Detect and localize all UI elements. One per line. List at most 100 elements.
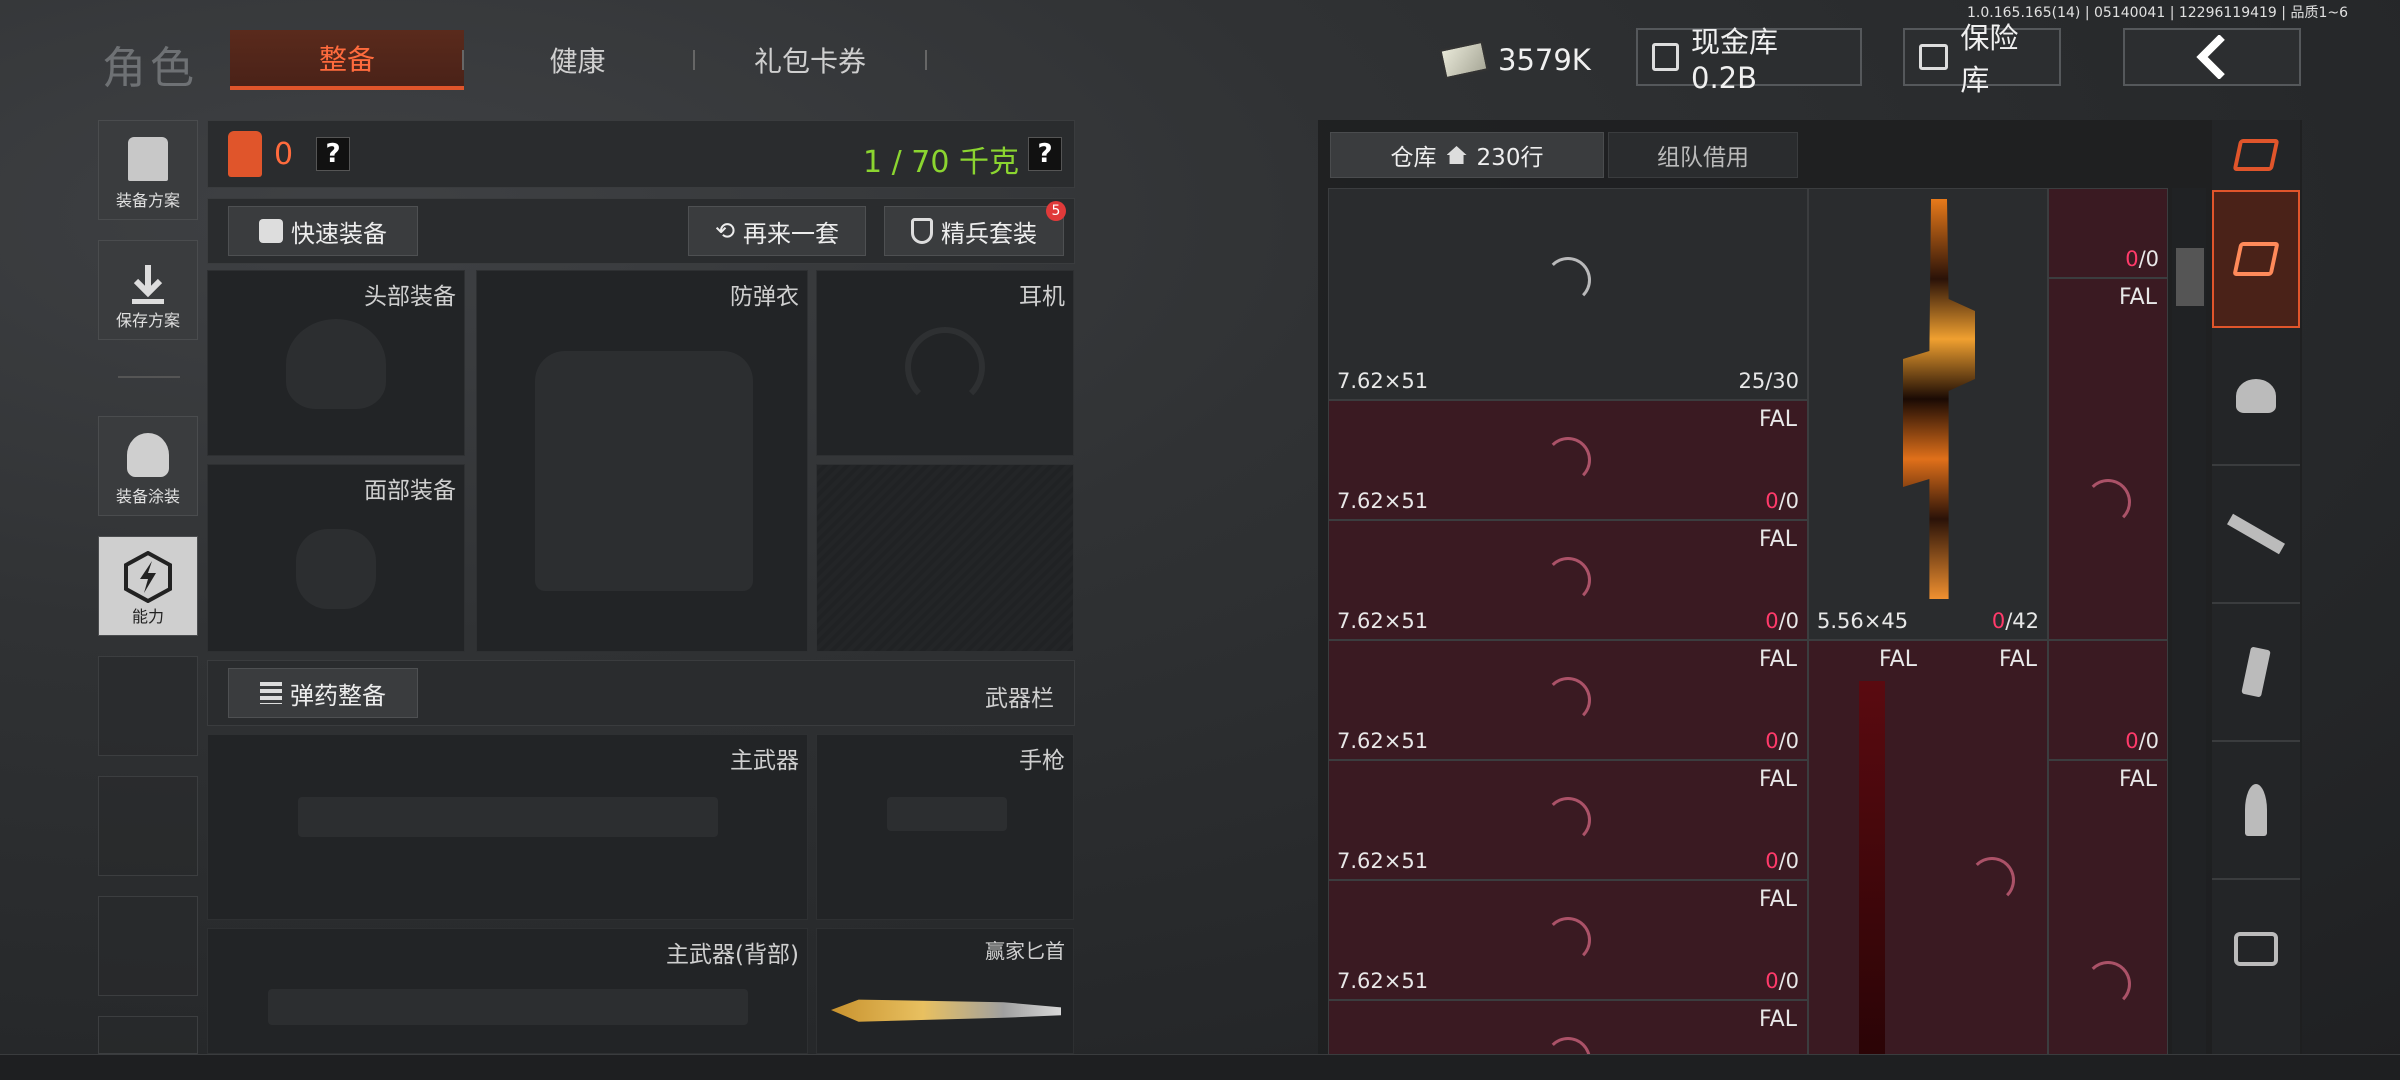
category-helmet[interactable]: [2212, 328, 2300, 466]
knife-icon: [831, 999, 1061, 1022]
item-name: FAL: [1759, 767, 1797, 792]
divider: [118, 376, 180, 378]
caliber-label: 7.62×51: [1337, 369, 1429, 393]
rifle-camo-icon: [1903, 199, 1975, 599]
item-name: FAL: [2119, 285, 2157, 310]
primary-back-slot[interactable]: 主武器(背部): [207, 928, 808, 1054]
pistol-slot[interactable]: 手枪: [816, 734, 1074, 920]
safe-button[interactable]: 保险库: [1903, 21, 2061, 97]
red-rifle-icon: [1859, 681, 1885, 1054]
ammo-count: 0/0: [1765, 849, 1799, 873]
magazine-icon: [2241, 646, 2271, 698]
rifle-icon: [2227, 513, 2285, 555]
helmet-paint-icon: [127, 433, 169, 477]
category-all[interactable]: [2212, 190, 2300, 328]
scrollbar-track[interactable]: [2172, 188, 2206, 1054]
lightning-hex-icon: [124, 551, 172, 603]
scrollbar-thumb[interactable]: [2176, 248, 2204, 306]
primary-weapon-slot[interactable]: 主武器: [207, 734, 808, 920]
loading-icon: [1545, 1037, 1591, 1054]
weight-help-icon[interactable]: ?: [1028, 137, 1062, 171]
shield-icon: [911, 218, 933, 244]
item-cell[interactable]: FAL 7.62×51 0/0: [1328, 400, 1808, 520]
cash-vault-label: 现金库 0.2B: [1691, 25, 1779, 95]
category-rifle[interactable]: [2212, 466, 2300, 604]
again-button[interactable]: ⟲ 再来一套: [688, 206, 866, 256]
loading-icon: [1545, 557, 1591, 603]
cash-vault-button[interactable]: 现金库 0.2B: [1636, 25, 1862, 95]
sort-layers-button[interactable]: [2212, 120, 2300, 190]
face-slot[interactable]: 面部装备: [207, 464, 465, 652]
back-button[interactable]: [2123, 28, 2301, 86]
sidebar-item-paint[interactable]: 装备涂装: [98, 416, 198, 516]
category-magazine[interactable]: [2212, 604, 2300, 742]
loading-icon: [1545, 917, 1591, 963]
empty-slot: [816, 464, 1074, 652]
item-cell[interactable]: FAL 7.62×51 0/0: [1328, 760, 1808, 880]
sidebar-item-ability[interactable]: 能力: [98, 536, 198, 636]
tab-team-borrow[interactable]: 组队借用: [1608, 132, 1798, 178]
armor-slot[interactable]: 防弹衣: [476, 270, 808, 652]
ammo-prep-button[interactable]: 弹药整备: [228, 668, 418, 718]
item-cell[interactable]: FAL 7.62×51 0/0: [1328, 640, 1808, 760]
item-name: FAL: [1759, 407, 1797, 432]
tab-equip[interactable]: 整备: [230, 30, 464, 90]
rifle-cell[interactable]: 5.56×45 0/42: [1808, 188, 2048, 640]
head-slot[interactable]: 头部装备: [207, 270, 465, 456]
ammo-prep-label: 弹药整备: [290, 681, 386, 710]
slot-label: 赢家匕首: [985, 939, 1065, 963]
tab-gift[interactable]: 礼包卡券: [730, 30, 890, 90]
ammo-count: 0/42: [1991, 609, 2039, 633]
rows-count: 230行: [1476, 145, 1544, 171]
vest-icon: [128, 137, 168, 181]
item-cell[interactable]: FAL 7.62×51 0/0: [1328, 520, 1808, 640]
category-ammo[interactable]: [2212, 742, 2300, 880]
item-cell[interactable]: FAL 7.62×51 0/0: [1328, 880, 1808, 1000]
helmet-icon: [2236, 379, 2276, 413]
item-name: FAL: [1759, 1007, 1797, 1032]
tab-storage[interactable]: 仓库 230行: [1330, 132, 1604, 178]
money-value: 3579K: [1498, 43, 1591, 77]
headset-icon: [905, 327, 985, 407]
sidebar-item-plans[interactable]: 装备方案: [98, 120, 198, 220]
item-cell[interactable]: 0/0: [2048, 640, 2168, 760]
knife-slot[interactable]: 赢家匕首: [816, 928, 1074, 1054]
item-cell[interactable]: FAL: [1328, 1000, 1808, 1054]
slot-label: 主武器(背部): [666, 942, 799, 968]
item-cell[interactable]: 7.62×51 25/30: [1328, 188, 1808, 400]
quick-equip-button[interactable]: 快速装备: [228, 206, 418, 256]
safe-icon: [1919, 44, 1949, 70]
item-cell[interactable]: FAL: [2048, 278, 2168, 640]
slot-label: 主武器: [730, 748, 799, 774]
slot-label: 手枪: [1019, 748, 1065, 774]
elite-set-button[interactable]: 精兵套装: [884, 206, 1064, 256]
tab-health[interactable]: 健康: [500, 30, 655, 90]
rifle-back-silhouette-icon: [268, 989, 748, 1025]
bottom-bar: [0, 1054, 2400, 1080]
earphone-slot[interactable]: 耳机: [816, 270, 1074, 456]
item-name: FAL: [2119, 767, 2157, 792]
loading-icon: [1545, 677, 1591, 723]
item-cell[interactable]: 0/0: [2048, 188, 2168, 278]
ammo-icon: [260, 682, 282, 704]
loading-icon: [2085, 961, 2131, 1007]
sidebar-item-label: 保存方案: [115, 311, 180, 330]
item-cell[interactable]: FAL: [2048, 760, 2168, 1054]
slot-label: 防弹衣: [730, 284, 799, 310]
help-icon[interactable]: ?: [316, 137, 350, 171]
item-name: FAL: [1759, 527, 1797, 552]
role-title: 角色: [102, 43, 198, 94]
slot-label: 面部装备: [364, 478, 456, 504]
weapon-cell[interactable]: FAL FAL: [1808, 640, 2048, 1054]
sidebar-item-save[interactable]: 保存方案: [98, 240, 198, 340]
sidebar-item-label: 装备涂装: [115, 487, 180, 506]
equip-toolbar: 快速装备 ⟲ 再来一套 精兵套装 5: [207, 198, 1075, 264]
caliber-label: 7.62×51: [1337, 969, 1429, 993]
item-name: FAL: [1999, 647, 2037, 672]
category-attachment[interactable]: [2212, 880, 2300, 1018]
ammo-count: 0/0: [2125, 729, 2159, 753]
weight-display: 1 / 70 千克: [863, 145, 1019, 180]
tab-divider: [462, 50, 464, 70]
ammo-count: 0/0: [1765, 969, 1799, 993]
elite-badge: 5: [1046, 201, 1066, 221]
